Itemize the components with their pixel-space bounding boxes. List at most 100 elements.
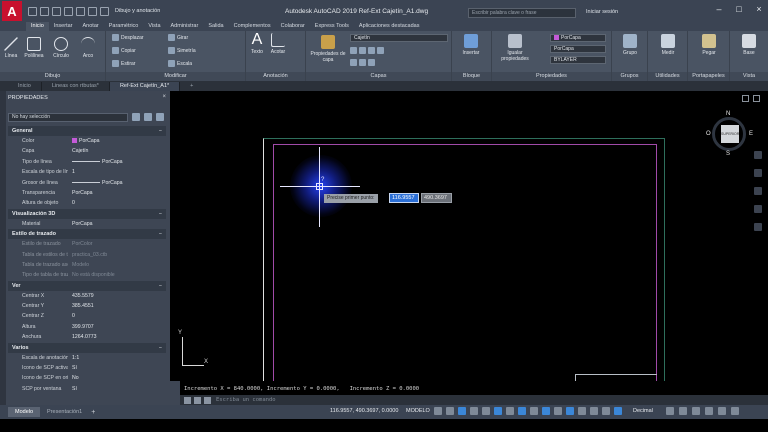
dynamic-input-x[interactable]: 116.9557 <box>389 193 419 203</box>
collapse-icon[interactable]: − <box>159 343 162 353</box>
insert-block-button[interactable]: Insertar <box>456 34 486 56</box>
lineweight-combo[interactable]: PorCapa <box>550 45 606 53</box>
prop-value[interactable]: PorCapa <box>68 178 166 188</box>
tab-aplicaciones[interactable]: Aplicaciones destacadas <box>354 22 425 31</box>
object-snap-icon[interactable] <box>506 407 514 415</box>
tab-inicio[interactable]: Inicio <box>26 22 49 31</box>
compass-north[interactable]: N <box>726 111 730 117</box>
stretch-tool[interactable]: Estirar <box>112 60 135 67</box>
prop-row[interactable]: Material PorCapa <box>8 219 166 229</box>
group-label-anotacion[interactable]: Anotación <box>246 72 305 81</box>
layer-freeze-icon[interactable] <box>368 47 375 54</box>
palette-side-bar[interactable] <box>0 91 6 405</box>
layer-match-icon[interactable] <box>350 59 357 66</box>
prop-row[interactable]: Altura de objeto 0 <box>8 198 166 208</box>
viewcube[interactable]: SUPERIOR N S O E <box>706 111 753 157</box>
prop-row[interactable]: Centrar X 435.5579 <box>8 291 166 301</box>
measure-button[interactable]: Medir <box>653 34 683 56</box>
prop-row[interactable]: Transparencia PorCapa <box>8 188 166 198</box>
prop-row[interactable]: Color PorCapa <box>8 136 166 146</box>
layer-isolate-icon[interactable] <box>359 47 366 54</box>
clean-screen-icon[interactable] <box>718 407 726 415</box>
tab-express-tools[interactable]: Express Tools <box>310 22 354 31</box>
prop-value[interactable]: PorCapa <box>68 188 166 198</box>
command-input[interactable]: Escriba un comando <box>216 397 276 403</box>
collapse-icon[interactable]: − <box>159 209 162 219</box>
tab-salida[interactable]: Salida <box>203 22 228 31</box>
group-label-grupos[interactable]: Grupos <box>612 72 647 81</box>
tab-insertar[interactable]: Insertar <box>49 22 78 31</box>
prop-row[interactable]: Estilo de trazado PorColor <box>8 239 166 249</box>
3d-osnap-icon[interactable] <box>554 407 562 415</box>
close-icon[interactable]: × <box>754 4 764 14</box>
transparency-icon[interactable] <box>530 407 538 415</box>
command-close-icon[interactable] <box>184 396 191 404</box>
prop-row[interactable]: Anchura 1264.0773 <box>8 332 166 342</box>
prop-value[interactable]: Modelo <box>68 260 166 270</box>
prop-value[interactable]: No está disponible <box>68 270 166 280</box>
command-customize-icon[interactable] <box>194 396 201 404</box>
prop-row[interactable]: Altura 399.9707 <box>8 322 166 332</box>
group-label-modificar[interactable]: Modificar <box>106 72 245 81</box>
paste-button[interactable]: Pegar <box>694 34 724 56</box>
prop-row[interactable]: Capa Cajetín <box>8 146 166 156</box>
compass-east[interactable]: E <box>749 131 753 137</box>
autocad-logo-icon[interactable]: A <box>2 1 22 21</box>
prop-row[interactable]: Centrar Z 0 <box>8 311 166 321</box>
doctab-cajetin[interactable]: Ref-Ext Cajetín_A1* <box>109 82 181 91</box>
prop-value[interactable]: 1264.0773 <box>68 332 166 342</box>
drawing-area[interactable]: ? Precise primer punto: 116.9557 490.369… <box>170 91 768 381</box>
units-icon[interactable] <box>614 407 622 415</box>
snap-icon[interactable] <box>446 407 454 415</box>
add-layout-icon[interactable]: + <box>91 409 95 416</box>
new-icon[interactable] <box>28 6 37 16</box>
maximize-icon[interactable]: □ <box>734 4 744 14</box>
prop-value[interactable]: practica_03.ctb <box>68 250 166 260</box>
save-as-icon[interactable] <box>64 6 73 16</box>
group-label-dibujo[interactable]: Dibujo <box>0 72 105 81</box>
tab-parametrico[interactable]: Paramétrico <box>104 22 144 31</box>
group-label-vista[interactable]: Vista <box>730 72 768 81</box>
compass-west[interactable]: O <box>706 131 711 137</box>
full-navigation-wheel-icon[interactable] <box>754 151 762 159</box>
prop-value[interactable]: 1 <box>68 167 166 177</box>
redo-icon[interactable] <box>100 6 109 16</box>
selection-cycling-icon[interactable] <box>542 407 550 415</box>
command-window-handle[interactable] <box>170 381 180 405</box>
showmotion-icon[interactable] <box>754 223 762 231</box>
prop-row[interactable]: Tipo de línea PorCapa <box>8 157 166 167</box>
prop-row[interactable]: Tabla de trazado aso... Modelo <box>8 260 166 270</box>
dimension-tool[interactable]: Acotar <box>268 33 288 55</box>
selection-dropdown[interactable]: No hay selección <box>8 113 128 122</box>
layer-properties-button[interactable]: Propiedades de capa <box>310 35 346 63</box>
plot-icon[interactable] <box>76 6 85 16</box>
prop-value[interactable]: Sí <box>68 384 166 394</box>
layer-off-icon[interactable] <box>350 47 357 54</box>
prop-row[interactable]: Centrar Y 385.4551 <box>8 301 166 311</box>
isolate-objects-icon[interactable] <box>692 407 700 415</box>
move-tool[interactable]: Desplazar <box>112 34 144 41</box>
collapse-icon[interactable]: − <box>159 229 162 239</box>
quick-select-icon[interactable] <box>156 113 164 121</box>
group-label-propiedades[interactable]: Propiedades <box>492 72 611 81</box>
compass-south[interactable]: S <box>726 151 730 157</box>
pan-icon[interactable] <box>754 169 762 177</box>
prop-value[interactable]: PorCapa <box>68 136 166 146</box>
tab-complementos[interactable]: Complementos <box>229 22 276 31</box>
tab-colaborar[interactable]: Colaborar <box>276 22 310 31</box>
prop-section-header[interactable]: Visualización 3D − <box>8 208 166 219</box>
palette-close-icon[interactable]: × <box>162 94 166 100</box>
group-label-bloque[interactable]: Bloque <box>452 72 491 81</box>
units-selector[interactable]: Decimal <box>633 408 653 414</box>
zoom-extents-icon[interactable] <box>754 187 762 195</box>
group-label-capas[interactable]: Capas <box>306 72 451 81</box>
model-space-button[interactable]: MODELO <box>406 408 430 414</box>
tab-anotar[interactable]: Anotar <box>78 22 104 31</box>
group-label-utilidades[interactable]: Utilidades <box>648 72 687 81</box>
layer-previous-icon[interactable] <box>359 59 366 66</box>
save-icon[interactable] <box>52 6 61 16</box>
prop-row[interactable]: Icono de SCP activado Sí <box>8 363 166 373</box>
grid-icon[interactable] <box>434 407 442 415</box>
select-objects-icon[interactable] <box>144 113 152 121</box>
layout-tab-presentacion1[interactable]: Presentación1 <box>40 407 89 417</box>
